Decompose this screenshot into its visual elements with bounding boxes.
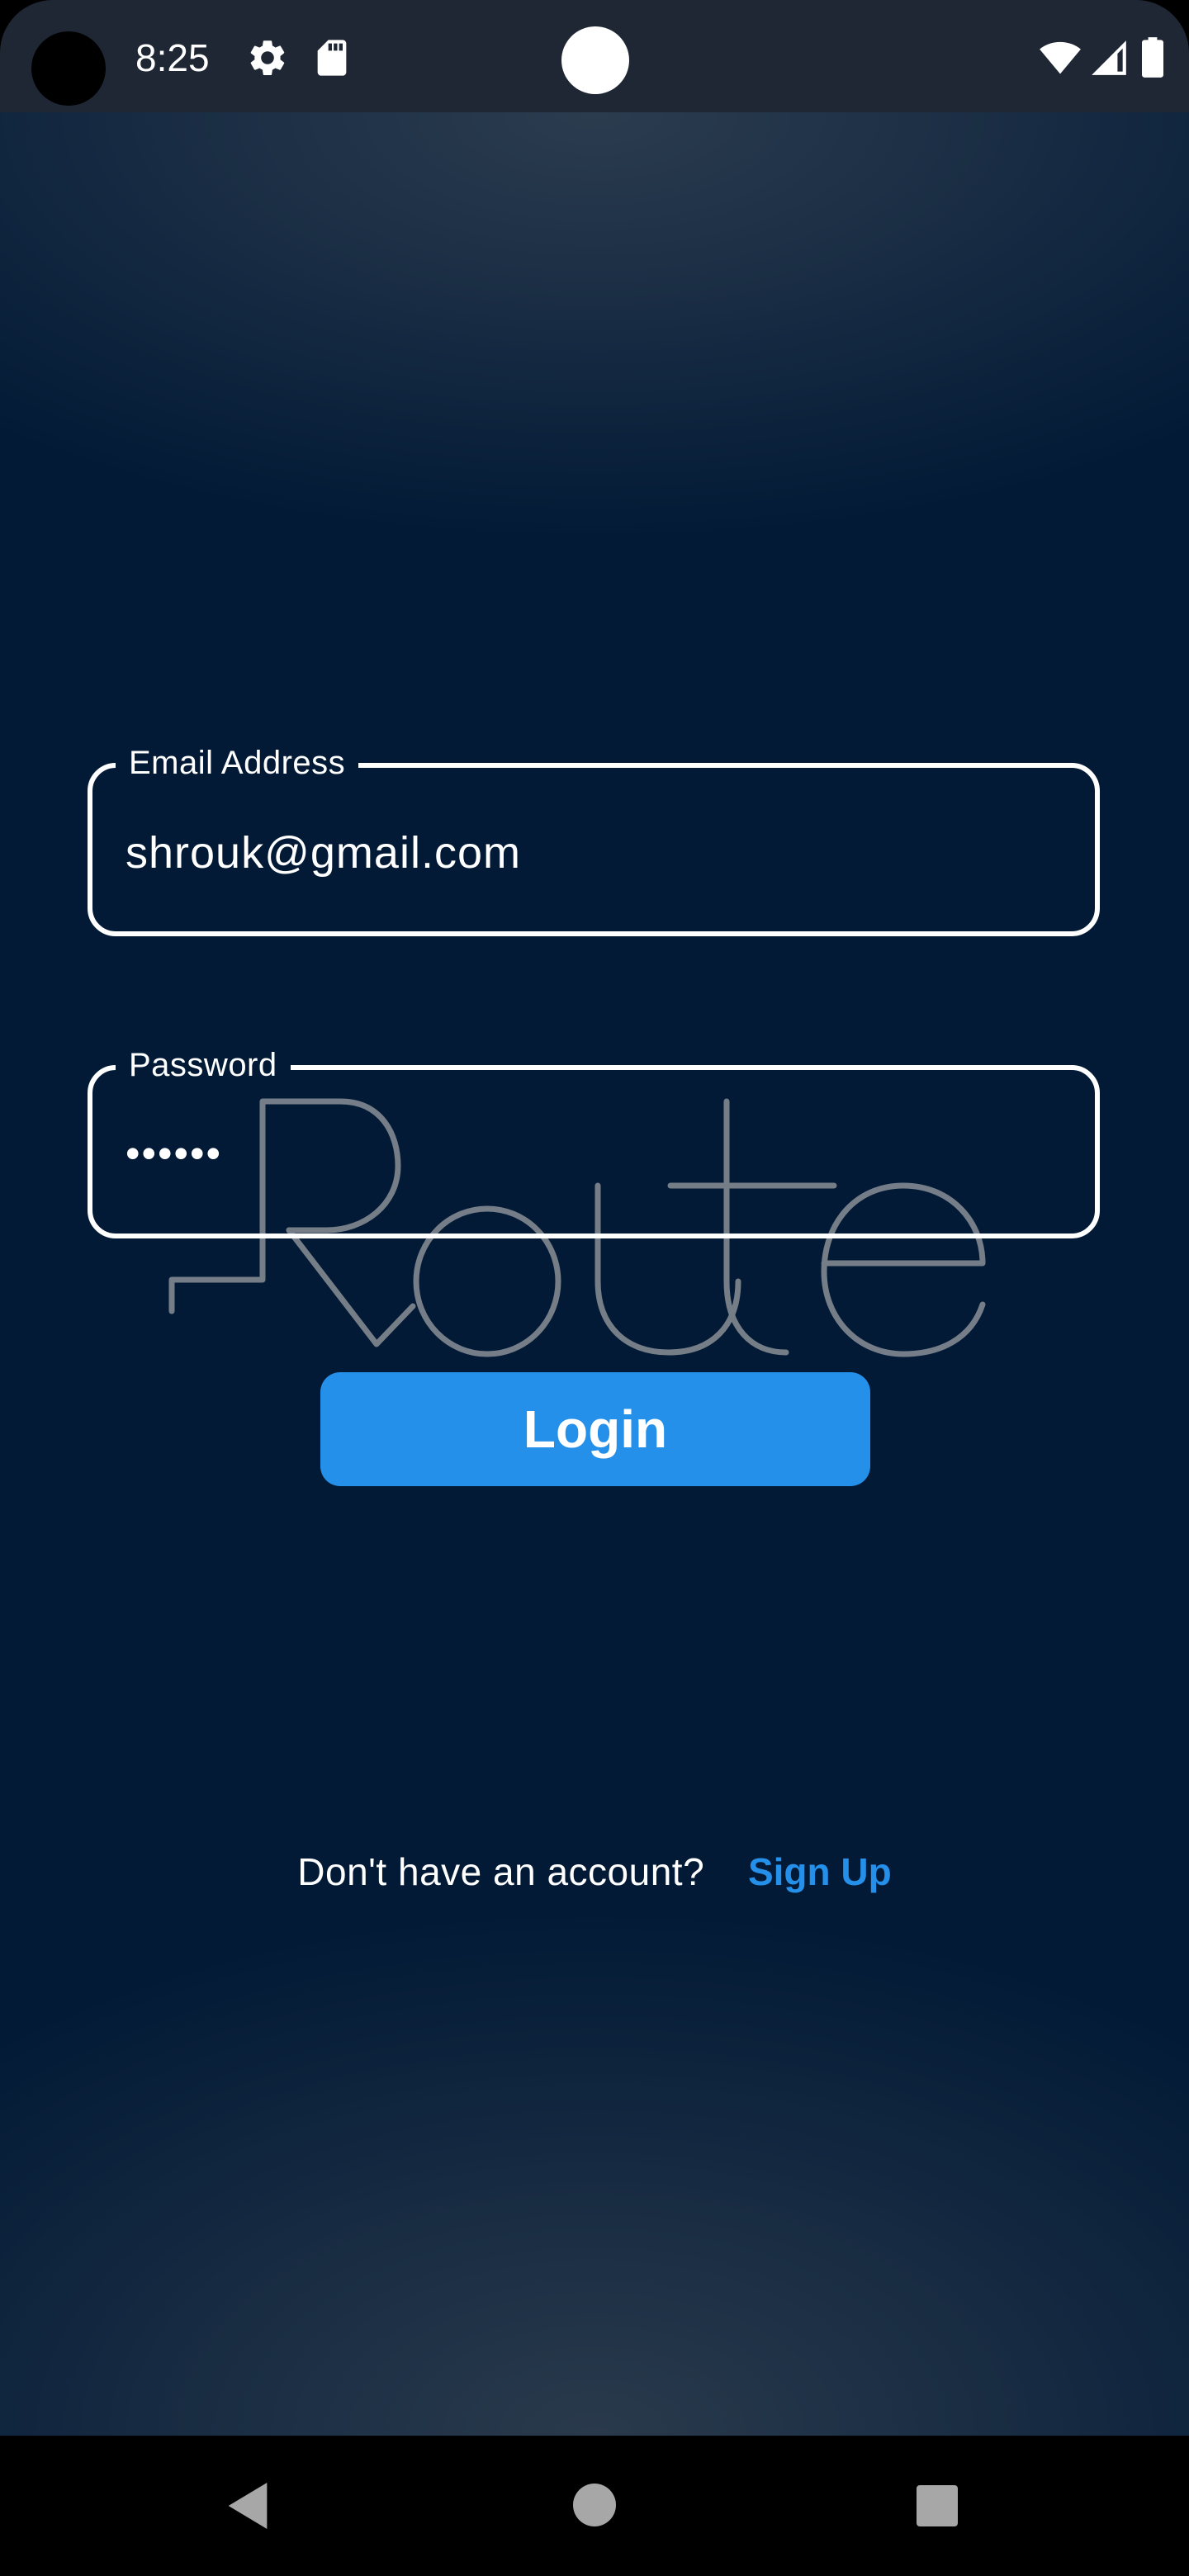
recents-icon[interactable] <box>917 2485 958 2526</box>
sd-card-icon <box>317 40 347 76</box>
password-field-value: •••••• <box>126 1130 223 1177</box>
status-bar: 8:25 <box>0 0 1189 112</box>
signup-row: Don't have an account? Sign Up <box>0 1843 1189 1901</box>
navigation-bar <box>0 2436 1189 2576</box>
signup-link[interactable]: Sign Up <box>748 1850 892 1893</box>
email-field-value: shrouk@gmail.com <box>126 828 521 878</box>
settings-icon <box>250 40 285 75</box>
login-button[interactable]: Login <box>320 1372 870 1486</box>
password-field-label: Password <box>116 1040 291 1090</box>
email-field[interactable]: Email Address shrouk@gmail.com <box>88 738 1100 936</box>
email-field-label: Email Address <box>116 738 359 788</box>
wifi-icon <box>1040 41 1081 74</box>
password-field[interactable]: Password •••••• <box>88 1040 1100 1238</box>
phone-screen: 8:25 Email Address shrouk@gmail.com Pass… <box>0 0 1189 2576</box>
status-time: 8:25 <box>135 36 210 79</box>
camera-cutout <box>31 31 106 106</box>
home-icon[interactable] <box>573 2484 616 2526</box>
signal-icon <box>1092 40 1126 75</box>
notification-dot <box>561 26 629 94</box>
login-screen: Email Address shrouk@gmail.com Password … <box>0 112 1189 2436</box>
signup-prompt: Don't have an account? <box>297 1850 705 1893</box>
back-icon[interactable] <box>225 2479 271 2533</box>
battery-icon <box>1142 37 1163 78</box>
